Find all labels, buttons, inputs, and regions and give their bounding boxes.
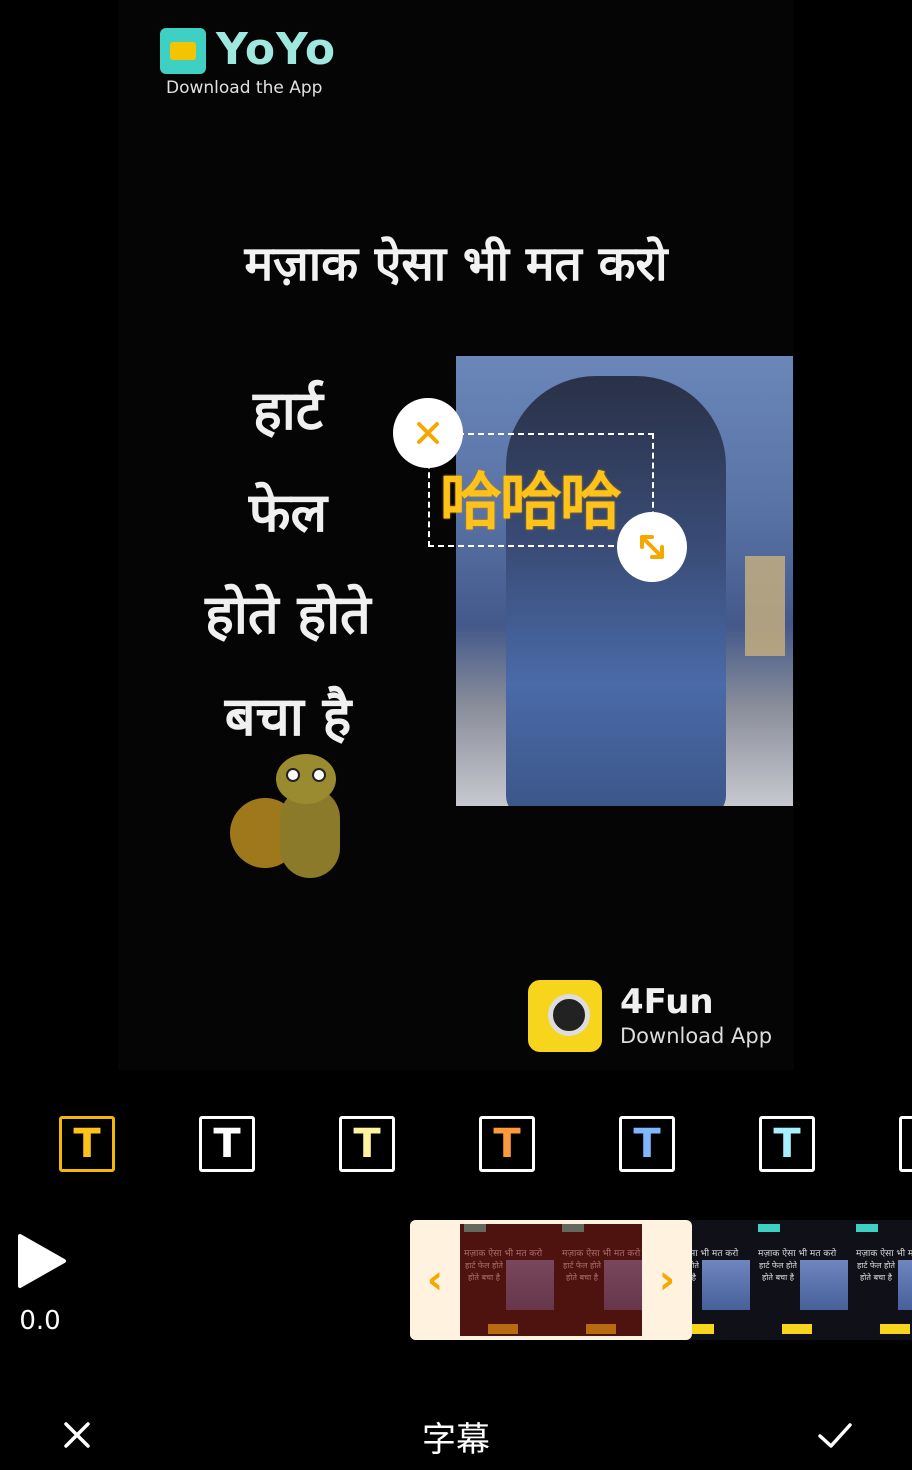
text-style-blue[interactable]: T — [619, 1116, 675, 1172]
text-style-more[interactable] — [899, 1116, 912, 1172]
text-style-yellow[interactable]: T — [59, 1116, 115, 1172]
page-title: 字幕 — [422, 1420, 490, 1460]
video-text-line: फेल — [248, 481, 328, 544]
yoyo-subtitle: Download the App — [166, 78, 323, 98]
squirrel-sticker — [230, 748, 370, 908]
video-text-block: हार्ट फेल होते होते बचा है — [138, 360, 438, 768]
yoyo-name: YoYo — [216, 24, 337, 75]
range-end-handle[interactable]: › — [642, 1220, 692, 1340]
range-start-handle[interactable]: ‹ — [410, 1220, 460, 1340]
4fun-logo-icon — [528, 980, 602, 1052]
chevron-right-icon: › — [658, 1257, 676, 1303]
check-icon — [818, 1423, 852, 1448]
resize-arrows-icon — [640, 535, 664, 559]
4fun-subtitle: Download App — [620, 1024, 773, 1048]
text-style-row: T T T T T T — [0, 1116, 912, 1172]
delete-text-button[interactable] — [393, 398, 463, 468]
video-title-text: मज़ाक ऐसा भी मत करो — [244, 236, 668, 292]
resize-text-handle[interactable] — [617, 512, 687, 582]
chevron-left-icon: ‹ — [426, 1257, 444, 1303]
confirm-button[interactable] — [812, 1414, 858, 1456]
inset-video-clip — [456, 356, 793, 806]
video-text-line: हार्ट — [253, 379, 323, 442]
text-style-orange[interactable]: T — [479, 1116, 535, 1172]
text-style-white[interactable]: T — [199, 1116, 255, 1172]
inset-building — [745, 556, 785, 656]
close-icon — [417, 422, 439, 444]
subtitle-text[interactable]: 哈哈哈 — [440, 451, 622, 541]
yoyo-logo-icon — [160, 28, 206, 74]
timeline-frame: मज़ाक ऐसा भी मत करो हार्ट फेल होते होते … — [852, 1220, 912, 1340]
text-style-cyan[interactable]: T — [759, 1116, 815, 1172]
yoyo-watermark: YoYo Download the App — [160, 24, 340, 102]
play-button[interactable] — [16, 1232, 68, 1290]
4fun-name: 4Fun — [620, 982, 714, 1022]
video-text-line: होते होते — [205, 583, 371, 646]
4fun-watermark: 4Fun Download App — [528, 980, 778, 1054]
bottom-bar: 字幕 — [0, 1400, 912, 1470]
timeline-frame: मज़ाक ऐसा भी मत करो हार्ट फेल होते होते … — [754, 1220, 852, 1340]
text-style-cream[interactable]: T — [339, 1116, 395, 1172]
play-icon — [18, 1234, 66, 1288]
playback-time: 0.0 — [19, 1306, 61, 1336]
